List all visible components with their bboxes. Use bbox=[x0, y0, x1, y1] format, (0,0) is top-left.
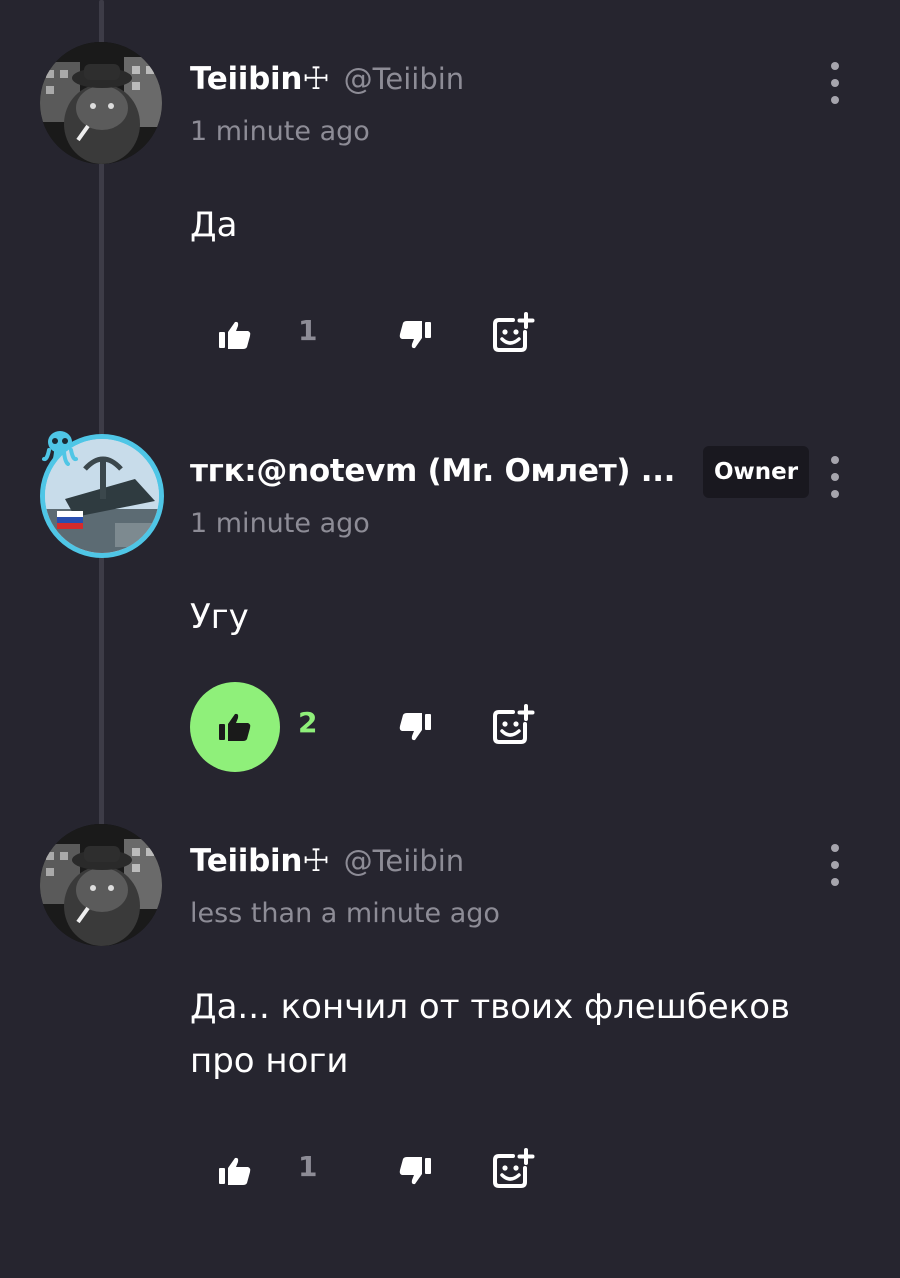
comment-timestamp: 1 minute ago bbox=[190, 508, 370, 539]
like-button[interactable] bbox=[190, 290, 280, 380]
add-reaction-button[interactable] bbox=[488, 698, 538, 752]
like-count: 2 bbox=[298, 706, 318, 739]
comment-actions: 1 bbox=[190, 1126, 590, 1216]
like-count: 1 bbox=[298, 314, 318, 347]
add-reaction-icon bbox=[493, 704, 535, 744]
dislike-button[interactable] bbox=[390, 310, 440, 360]
octopus-badge-icon bbox=[42, 431, 78, 466]
cat-avatar-icon[interactable] bbox=[40, 42, 162, 164]
author-handle[interactable]: @Teiibin bbox=[344, 62, 465, 96]
comment-timestamp: 1 minute ago bbox=[190, 116, 370, 147]
thumbs-down-icon bbox=[399, 713, 431, 741]
author-name[interactable]: тгк:@notevm (Mr. Омлет) ... bbox=[190, 453, 675, 489]
author-row: Teiibin☩ @Teiibin bbox=[190, 840, 464, 882]
thumbs-down-icon bbox=[399, 321, 431, 349]
dislike-button[interactable] bbox=[390, 1146, 440, 1196]
more-options-icon[interactable] bbox=[818, 844, 852, 886]
author-name[interactable]: Teiibin☩ bbox=[190, 843, 330, 879]
add-reaction-button[interactable] bbox=[488, 306, 538, 360]
thumbs-down-icon bbox=[399, 1157, 431, 1185]
more-options-icon[interactable] bbox=[818, 62, 852, 104]
comment-body: Да... кончил от твоих флешбеков про ноги bbox=[190, 987, 791, 1081]
like-button[interactable] bbox=[190, 682, 280, 772]
like-count: 1 bbox=[298, 1150, 318, 1183]
cat-avatar-icon[interactable] bbox=[40, 824, 162, 946]
thumbs-up-icon bbox=[219, 1157, 251, 1185]
comment-actions: 2 bbox=[190, 682, 590, 772]
comment-thread: Teiibin☩ @Teiibin 1 minute ago Да 1 тгк:… bbox=[0, 0, 900, 1278]
author-name[interactable]: Teiibin☩ bbox=[190, 61, 330, 97]
like-button[interactable] bbox=[190, 1126, 280, 1216]
comment-actions: 1 bbox=[190, 290, 590, 380]
comment-timestamp: less than a minute ago bbox=[190, 898, 500, 929]
add-reaction-icon bbox=[493, 1148, 535, 1188]
author-row: Teiibin☩ @Teiibin bbox=[190, 58, 464, 100]
comment-body: Да bbox=[190, 205, 238, 245]
add-reaction-icon bbox=[493, 312, 535, 352]
thumbs-up-icon bbox=[219, 713, 251, 741]
dislike-button[interactable] bbox=[390, 702, 440, 752]
thumbs-up-icon bbox=[219, 321, 251, 349]
add-reaction-button[interactable] bbox=[488, 1142, 538, 1196]
author-row: тгк:@notevm (Mr. Омлет) ... bbox=[190, 450, 675, 492]
owner-badge: Owner bbox=[703, 446, 809, 498]
comment-body: Угу bbox=[190, 597, 249, 637]
more-options-icon[interactable] bbox=[818, 456, 852, 498]
author-handle[interactable]: @Teiibin bbox=[344, 844, 465, 878]
